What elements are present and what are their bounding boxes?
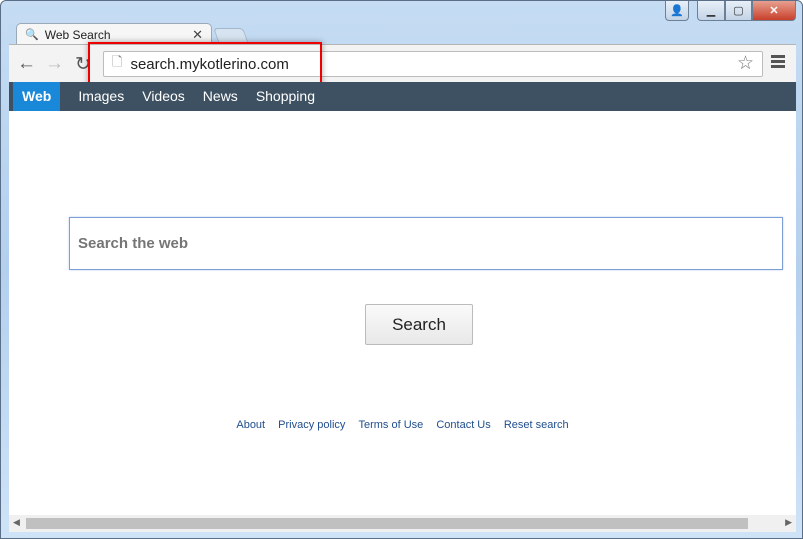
horizontal-scrollbar[interactable]: ◀ ▶	[9, 515, 796, 532]
browser-window: 👤 ▁ ▢ ✕ 🔍 Web Search ✕ ← → ↻ 🗋 search.my…	[0, 0, 803, 539]
maximize-icon: ▢	[733, 5, 744, 17]
tab-title: Web Search	[44, 27, 111, 42]
search-icon: 🔍	[25, 29, 39, 41]
terms-link[interactable]: Terms of Use	[358, 419, 423, 431]
reset-search-link[interactable]: Reset search	[504, 419, 569, 431]
search-nav: Web Images Videos News Shopping	[9, 82, 796, 111]
menu-icon[interactable]	[771, 55, 785, 70]
close-icon: ✕	[769, 5, 779, 17]
user-icon: 👤	[670, 5, 684, 17]
footer-links: About Privacy policy Terms of Use Contac…	[9, 419, 796, 431]
bookmark-star-icon[interactable]: ☆	[737, 52, 754, 75]
nav-videos[interactable]: Videos	[133, 82, 194, 111]
nav-web[interactable]: Web	[13, 82, 61, 111]
contact-link[interactable]: Contact Us	[436, 419, 490, 431]
minimize-button[interactable]: ▁	[697, 1, 725, 21]
search-input[interactable]	[69, 217, 783, 270]
nav-images[interactable]: Images	[69, 82, 133, 111]
scroll-left-icon[interactable]: ◀	[13, 517, 20, 528]
nav-shopping[interactable]: Shopping	[247, 82, 324, 111]
search-button[interactable]: Search	[365, 304, 473, 345]
privacy-policy-link[interactable]: Privacy policy	[278, 419, 345, 431]
minimize-icon: ▁	[706, 5, 716, 17]
close-tab-icon[interactable]: ✕	[192, 27, 203, 43]
page-content: Search About Privacy policy Terms of Use…	[9, 111, 796, 515]
back-icon[interactable]: ←	[17, 53, 36, 75]
maximize-button[interactable]: ▢	[725, 1, 752, 21]
scroll-right-icon[interactable]: ▶	[785, 517, 792, 528]
nav-news[interactable]: News	[194, 82, 247, 111]
close-window-button[interactable]: ✕	[752, 1, 796, 21]
about-link[interactable]: About	[236, 419, 265, 431]
forward-icon[interactable]: →	[45, 53, 64, 75]
user-button[interactable]: 👤	[665, 1, 689, 21]
scroll-thumb[interactable]	[26, 518, 748, 529]
